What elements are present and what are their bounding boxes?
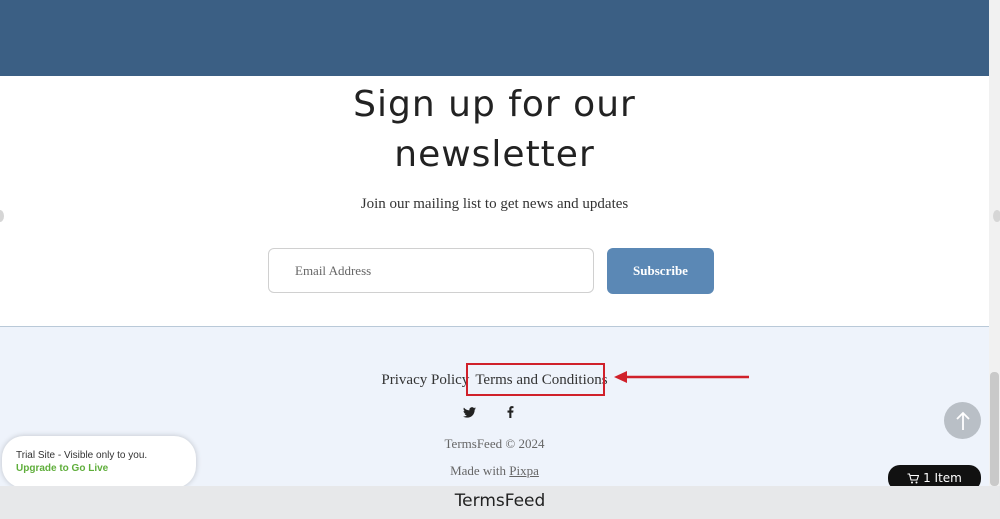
upgrade-link[interactable]: Upgrade to Go Live	[16, 463, 108, 474]
trial-site-text: Trial Site - Visible only to you.	[16, 450, 148, 461]
newsletter-title-line2: newsletter	[394, 134, 595, 175]
privacy-policy-link[interactable]: Privacy Policy	[381, 372, 469, 389]
arrow-up-icon	[955, 411, 970, 430]
scrollbar-thumb[interactable]	[990, 372, 999, 486]
twitter-icon[interactable]	[463, 406, 476, 422]
trial-site-banner: Trial Site - Visible only to you. Upgrad…	[2, 436, 196, 488]
made-with-prefix: Made with	[450, 463, 507, 478]
scroll-to-top-button[interactable]	[944, 402, 981, 439]
newsletter-subtitle: Join our mailing list to get news and up…	[360, 196, 629, 212]
right-edge-handle	[993, 210, 1000, 222]
newsletter-title: Sign up for our newsletter	[0, 80, 989, 180]
facebook-icon[interactable]	[507, 406, 514, 422]
highlight-box	[466, 363, 605, 396]
email-field[interactable]	[268, 248, 594, 293]
annotation-arrow	[614, 371, 749, 383]
cart-label: 1 Item	[923, 471, 962, 485]
caption-bar: TermsFeed	[0, 486, 1000, 519]
header-band	[0, 0, 989, 76]
subscribe-button[interactable]: Subscribe	[607, 248, 714, 294]
pixpa-link[interactable]: Pixpa	[509, 463, 539, 478]
newsletter-title-line1: Sign up for our	[353, 84, 636, 125]
cart-icon	[907, 472, 920, 483]
